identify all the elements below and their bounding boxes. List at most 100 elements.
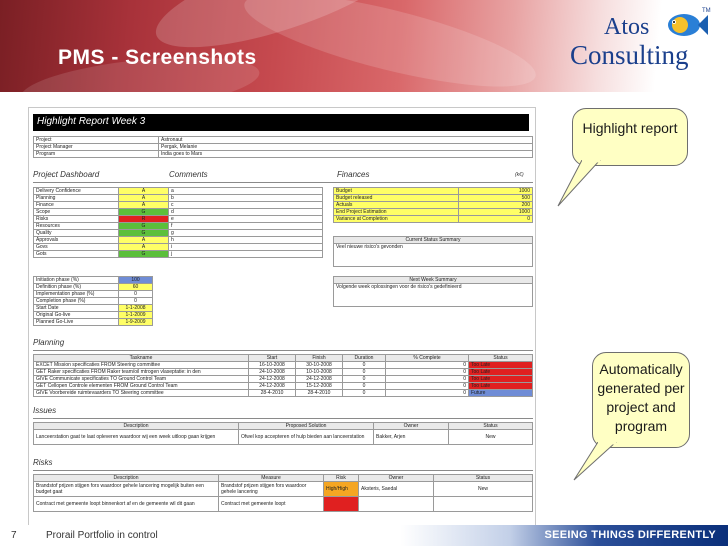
- risk-measure: Brandstof prijzen stijgen fors waardoor …: [218, 481, 324, 497]
- column-header: Risk: [323, 474, 359, 482]
- task-name: EXCET Mission specificaties FROM Steerin…: [33, 361, 249, 369]
- current-status-text: Veel nieuwe risico's gevonden: [333, 243, 533, 267]
- dashboard-table: Delivery Confidence Aa Planning Ab Finance Ac…: [33, 187, 323, 258]
- callout-automatically-generated: Automatically generated per project and …: [592, 352, 690, 448]
- column-header: Finish: [295, 354, 343, 362]
- dashboard-rating: G: [118, 222, 169, 230]
- company-logo: Atos Consulting TM: [564, 6, 714, 84]
- risk-status: [433, 496, 533, 512]
- column-header: Status: [468, 354, 533, 362]
- dashboard-rating: G: [118, 229, 169, 237]
- task-status: Too Late: [468, 368, 533, 376]
- issue-status: New: [448, 429, 533, 445]
- table-row: End Project Estimation 1000: [333, 208, 533, 216]
- risk-description: Contract met gemeente loopt binnenkort a…: [33, 496, 219, 512]
- finances-unit: (k€): [515, 172, 524, 178]
- finance-value: 0: [458, 215, 533, 223]
- dashboard-comment: a: [168, 187, 323, 195]
- phase-value: 100: [118, 276, 153, 284]
- risk-description: Brandstof prijzen stijgen fors waardoor …: [33, 481, 219, 497]
- table-row: Original Go-live 1-1-2009: [33, 311, 153, 319]
- issue-description: Lanceerstation gaat te laat opleveren wa…: [33, 429, 239, 445]
- column-header: Measure: [218, 474, 324, 482]
- dashboard-label: Risks: [33, 215, 119, 223]
- task-complete: 0: [385, 389, 469, 397]
- report-heading-bar: Highlight Report Week 3: [33, 114, 529, 131]
- column-header: Taskname: [33, 354, 249, 362]
- header-banner: PMS - Screenshots Atos Consulting TM: [0, 0, 728, 92]
- column-header: Duration: [342, 354, 386, 362]
- table-row: Current Status Summary: [333, 236, 533, 244]
- task-start: 24-10-2008: [248, 368, 296, 376]
- task-finish: 24-12-2008: [295, 375, 343, 383]
- phase-value: 1-1-2009: [118, 311, 153, 319]
- dashboard-rating: A: [118, 236, 169, 244]
- table-row: Delivery Confidence Aa: [33, 187, 323, 195]
- dashboard-label: Delivery Confidence: [33, 187, 119, 195]
- finance-label: End Project Estimation: [333, 208, 459, 216]
- dashboard-comment: d: [168, 208, 323, 216]
- table-row: GIVE Voorbereide ruimtevaarders TO Steer…: [33, 389, 533, 397]
- dashboard-rating: R: [118, 215, 169, 223]
- table-row: GIVE Communicate specificaties TO Ground…: [33, 375, 533, 383]
- table-row: Next Week Summary: [333, 276, 533, 284]
- table-row: Budget released 500: [333, 194, 533, 202]
- table-row: Govs Ai: [33, 243, 323, 251]
- phase-label: Initiation phase (%): [33, 276, 119, 284]
- issues-title: Issues: [33, 406, 57, 415]
- table-row: Budget 1000: [333, 187, 533, 195]
- table-row: Quality Gg: [33, 229, 323, 237]
- task-name: GET Cellopen Controle elementen FROM Gro…: [33, 382, 249, 390]
- table-row: Volgende week oplossingen voor de risico…: [333, 283, 533, 307]
- info-label: Project: [33, 136, 159, 144]
- table-row: Definition phase (%) 60: [33, 283, 153, 291]
- divider: [33, 418, 533, 419]
- table-row: Scope Gd: [33, 208, 323, 216]
- table-row: Program India goes to Mars: [33, 150, 533, 158]
- callout-tail: [573, 442, 617, 481]
- task-finish: 15-12-2008: [295, 382, 343, 390]
- divider: [33, 350, 533, 351]
- task-finish: 28-4-2010: [295, 389, 343, 397]
- column-header: Proposed Solution: [238, 422, 374, 430]
- info-label: Project Manager: [33, 143, 159, 151]
- highlight-report-document: Highlight Report Week 3 Project Astronaut…: [28, 107, 536, 529]
- dashboard-label: Resources: [33, 222, 119, 230]
- info-value: Pergak, Melanie: [158, 143, 533, 151]
- dashboard-comment: h: [168, 236, 323, 244]
- slogan: SEEING THINGS DIFFERENTLY: [544, 529, 716, 541]
- table-row: Project Manager Pergak, Melanie: [33, 143, 533, 151]
- finance-value: 500: [458, 194, 533, 202]
- callout-tail: [557, 160, 601, 207]
- table-row: Description Measure Risk Owner Status: [33, 474, 533, 482]
- logo-atos-text: Atos: [604, 14, 650, 40]
- finance-label: Actuals: [333, 201, 459, 209]
- dashboard-comment: b: [168, 194, 323, 202]
- task-duration: 0: [342, 361, 386, 369]
- phase-label: Implementation phase (%): [33, 290, 119, 298]
- issues-table: Description Proposed Solution Owner Status L…: [33, 422, 533, 445]
- phase-value: 60: [118, 283, 153, 291]
- dashboard-label: Quality: [33, 229, 119, 237]
- dashboard-label: Finance: [33, 201, 119, 209]
- task-duration: 0: [342, 368, 386, 376]
- dashboard-title: Project Dashboard: [33, 170, 100, 179]
- task-name: GET Raker specificaties FROM Raker team/…: [33, 368, 249, 376]
- table-row: Initiation phase (%) 100: [33, 276, 153, 284]
- finance-value: 1000: [458, 187, 533, 195]
- leaf-decoration: [237, 0, 543, 92]
- dashboard-comment: e: [168, 215, 323, 223]
- dashboard-label: Gots: [33, 250, 119, 258]
- table-row: Planning Ab: [33, 194, 323, 202]
- column-header: Owner: [373, 422, 449, 430]
- slide-title: PMS - Screenshots: [58, 46, 257, 69]
- dashboard-rating: A: [118, 243, 169, 251]
- risk-measure: Contract met gemeente loopt: [218, 496, 324, 512]
- task-complete: 0: [385, 361, 469, 369]
- info-value: Astronaut: [158, 136, 533, 144]
- phase-value: 1-1-2008: [118, 304, 153, 312]
- task-start: 24-12-2008: [248, 382, 296, 390]
- comments-title: Comments: [169, 170, 208, 179]
- task-status: Too Late: [468, 382, 533, 390]
- info-label: Program: [33, 150, 159, 158]
